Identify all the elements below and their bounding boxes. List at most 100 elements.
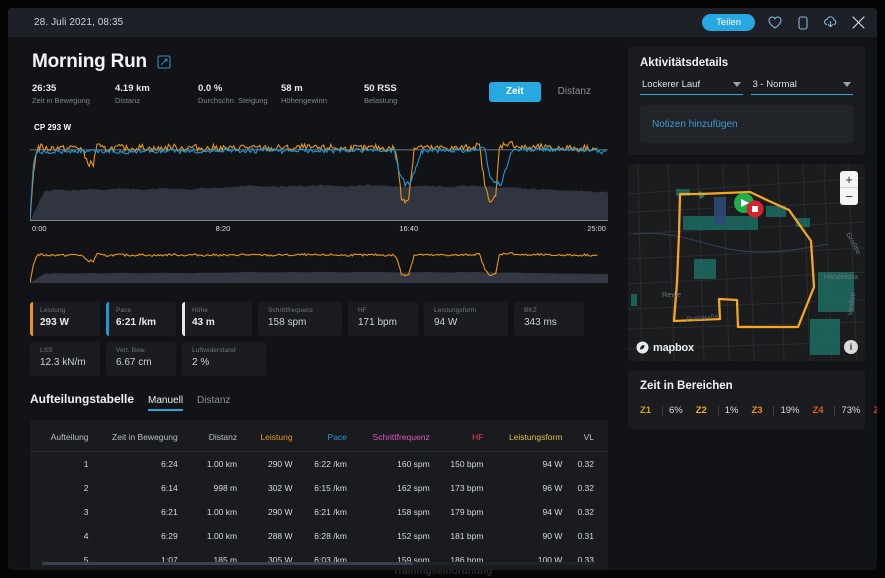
edit-icon[interactable] xyxy=(157,55,171,69)
page-title: Morning Run xyxy=(32,51,147,72)
activity-date: 28. Juli 2021, 08:35 xyxy=(34,17,124,28)
table-row[interactable]: 1 6:24 1.00 km 290 W 6:22 /km 160 spm 150 bpm 9… xyxy=(30,452,608,477)
tile-label: Leistung xyxy=(40,307,66,314)
table-cell: 1 xyxy=(83,459,89,469)
map-info-button[interactable]: i xyxy=(844,340,858,354)
notes-placeholder: Notizen hinzufügen xyxy=(652,118,738,130)
overview-chart[interactable] xyxy=(29,243,608,284)
table-cell: 181 bpm xyxy=(450,531,484,541)
table-cell: 162 spm xyxy=(397,483,430,493)
metric-tile[interactable]: Luftwiderstand 2 % xyxy=(182,342,266,376)
map-zoom-in-button[interactable]: + xyxy=(840,171,858,188)
column-header[interactable]: Schrittfrequenz xyxy=(353,426,436,452)
mapbox-attribution[interactable]: mapbox xyxy=(636,341,694,354)
metric-tile[interactable]: Pace 6:21 /km xyxy=(106,302,176,336)
tab-distanz[interactable]: Distanz xyxy=(197,395,230,409)
column-header[interactable]: Zeit in Bewegung xyxy=(97,426,184,452)
main-chart[interactable]: CP 293 W xyxy=(29,119,608,222)
column-header[interactable]: HF xyxy=(436,426,490,452)
cp-annotation: CP 293 W xyxy=(34,123,72,132)
zone-value: 1% xyxy=(724,405,739,416)
modal-topbar: 28. Juli 2021, 08:35 Teilen xyxy=(8,8,877,37)
table-cell: 6:22 /km xyxy=(314,459,347,469)
table-cell: 94 W xyxy=(542,459,563,469)
trash-icon[interactable] xyxy=(794,14,811,31)
table-cell: 0.33 xyxy=(577,555,594,565)
column-header[interactable]: Aufteilung xyxy=(30,426,97,452)
details-selects: Lockerer Lauf 3 - Normal xyxy=(628,69,865,95)
table-cell: 6:28 /km xyxy=(314,531,347,541)
metric-tile[interactable]: Schrittfrequenz 158 spm xyxy=(258,302,342,336)
metric-tile[interactable]: LSS 12.3 kN/m xyxy=(30,342,100,376)
metric-tile[interactable]: Vert. Bew. 6.67 cm xyxy=(106,342,176,376)
route-map[interactable]: Rewe Händelstra Großbe Verdistr Poststra… xyxy=(628,164,865,361)
table-cell: 90 W xyxy=(542,531,563,541)
zone-item: Z2 1% xyxy=(696,405,752,416)
tile-accent-bar xyxy=(182,302,185,336)
svg-text:Rewe: Rewe xyxy=(662,290,681,299)
table-cell: 0.32 xyxy=(577,507,594,517)
table-cell: 302 W xyxy=(267,483,293,493)
column-header[interactable]: Pace xyxy=(299,426,353,452)
metric-tile[interactable]: HF 171 bpm xyxy=(348,302,418,336)
chart-section: CP 293 W 0:00 8:20 16:40 25:00 xyxy=(8,105,620,288)
notes-input[interactable]: Notizen hinzufügen xyxy=(640,105,853,143)
zone-separator xyxy=(662,405,663,416)
map-zoom-out-button[interactable]: − xyxy=(840,188,858,205)
summary-item: 4.19 km Distanz xyxy=(115,83,198,105)
tile-label: BKZ xyxy=(524,307,537,314)
metric-tile[interactable]: BKZ 343 ms xyxy=(514,302,584,336)
table-row[interactable]: 2 6:14 998 m 302 W 6:15 /km 162 spm 173 bpm 96 … xyxy=(30,476,608,500)
toggle-distanz[interactable]: Distanz xyxy=(541,82,608,102)
table-cell: 5 xyxy=(83,555,89,565)
table-cell: 186 bpm xyxy=(450,555,484,565)
mapbox-logo-icon xyxy=(636,341,649,354)
splits-table-container: Aufteilung Zeit in Bewegung Distanz Leistun… xyxy=(30,420,608,570)
column-header[interactable]: Distanz xyxy=(184,426,243,452)
table-row[interactable]: 3 6:21 1.00 km 290 W 6:21 /km 158 spm 179 bpm 9… xyxy=(30,500,608,524)
tile-accent-bar xyxy=(106,302,109,336)
metric-tile[interactable]: Höhe 43 m xyxy=(182,302,252,336)
table-row[interactable]: 4 6:29 1.00 km 288 W 6:28 /km 152 spm 181 bpm 9… xyxy=(30,524,608,548)
tile-label: Höhe xyxy=(192,307,208,314)
table-cell: 6:29 xyxy=(161,531,178,541)
table-cell: 6:24 xyxy=(161,459,178,469)
tile-value: 343 ms xyxy=(524,317,557,328)
close-icon[interactable] xyxy=(850,14,867,31)
tile-value: 171 bpm xyxy=(358,317,397,328)
table-cell: 1:07 xyxy=(161,555,178,565)
zone-item: Z51% xyxy=(874,405,878,416)
table-cell: 96 W xyxy=(542,483,563,493)
table-cell: 1.00 km xyxy=(206,507,238,517)
heart-icon[interactable] xyxy=(766,14,783,31)
metric-tile[interactable]: Leistung 293 W xyxy=(30,302,100,336)
feeling-value: 3 - Normal xyxy=(752,79,797,90)
table-horizontal-scrollbar[interactable] xyxy=(42,562,596,565)
activity-type-select[interactable]: Lockerer Lauf xyxy=(640,79,743,95)
tab-manuell[interactable]: Manuell xyxy=(148,395,184,411)
table-cell: 152 spm xyxy=(397,531,430,541)
map-canvas: Rewe Händelstra Großbe Verdistr Poststra… xyxy=(628,164,865,361)
right-column: Aktivitätsdetails Lockerer Lauf 3 - Norm… xyxy=(620,37,877,570)
metric-tile[interactable]: Leistungsform 94 W xyxy=(424,302,508,336)
cloud-download-icon[interactable] xyxy=(822,14,839,31)
table-cell: 4 xyxy=(83,531,89,541)
tile-label: Schrittfrequenz xyxy=(268,307,314,314)
activity-detail-modal: 28. Juli 2021, 08:35 Teilen Morning Run … xyxy=(8,8,877,570)
table-cell: 1.00 km xyxy=(206,459,238,469)
share-button[interactable]: Teilen xyxy=(702,13,755,32)
table-cell: 0.31 xyxy=(577,531,594,541)
tile-value: 12.3 kN/m xyxy=(40,357,86,368)
table-cell: 1.00 km xyxy=(206,531,238,541)
table-header-row: Aufteilung Zeit in Bewegung Distanz Leistun… xyxy=(30,426,608,452)
summary-item: 0.0 % Durchschn. Steigung xyxy=(198,83,281,105)
left-column: Morning Run Zeit Distanz 26:35 Zeit in B… xyxy=(8,37,620,570)
toggle-zeit[interactable]: Zeit xyxy=(488,82,541,102)
table-cell: 3 xyxy=(83,507,89,517)
feeling-select[interactable]: 3 - Normal xyxy=(750,79,853,95)
column-header[interactable]: Leistung xyxy=(243,426,298,452)
column-header[interactable]: Leistungsform xyxy=(489,426,568,452)
zone-name: Z2 xyxy=(695,405,707,416)
column-header[interactable]: VL xyxy=(568,426,608,452)
table-row[interactable]: 5 1:07 185 m 305 W 6:03 /km 159 spm 186 bpm 100… xyxy=(30,548,608,570)
